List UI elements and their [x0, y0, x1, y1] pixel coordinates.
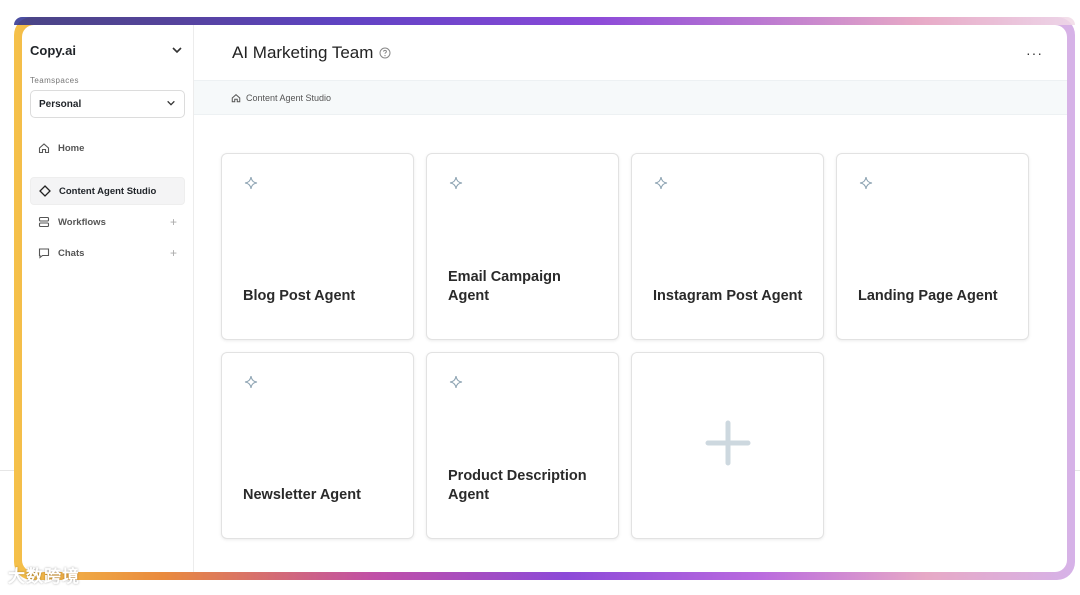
agent-studio-icon	[39, 185, 51, 197]
home-icon	[38, 142, 50, 154]
agent-card-email-campaign[interactable]: Email Campaign Agent	[426, 153, 619, 340]
teamspace-selected-value: Personal	[39, 98, 82, 110]
sidebar-item-label: Content Agent Studio	[59, 185, 157, 197]
sidebar-item-home[interactable]: Home	[30, 134, 185, 162]
agent-card-newsletter[interactable]: Newsletter Agent	[221, 352, 414, 539]
agent-card-label: Email Campaign Agent	[448, 269, 561, 304]
page-header: AI Marketing Team ···	[194, 25, 1067, 80]
title-wrap: AI Marketing Team	[232, 43, 391, 63]
home-icon[interactable]	[231, 93, 241, 103]
chevron-down-icon	[166, 98, 176, 111]
agent-card-label: Instagram Post Agent	[653, 288, 803, 304]
workflows-icon	[38, 216, 50, 228]
add-chat-plus-icon[interactable]: +	[170, 246, 177, 260]
agent-card-instagram-post[interactable]: Instagram Post Agent	[631, 153, 824, 340]
breadcrumb: Content Agent Studio	[194, 80, 1067, 115]
sidebar-item-content-agent-studio[interactable]: Content Agent Studio	[30, 177, 185, 205]
agent-card-label: Newsletter Agent	[243, 487, 361, 503]
sparkle-icon	[244, 176, 258, 190]
watermark-logo: 大数跨境	[8, 567, 80, 586]
agent-card-label: Blog Post Agent	[243, 288, 356, 304]
sidebar-item-workflows[interactable]: Workflows +	[30, 208, 185, 236]
chevron-down-icon[interactable]	[169, 42, 185, 58]
help-circle-icon[interactable]	[379, 47, 391, 59]
agent-grid: Blog Post Agent Email Campaign Agent Ins…	[194, 115, 1067, 539]
gradient-frame: Copy.ai Teamspaces Personal Home Content…	[14, 17, 1075, 580]
sparkle-icon	[654, 176, 668, 190]
sparkle-icon	[449, 375, 463, 389]
sidebar-item-chats[interactable]: Chats +	[30, 239, 185, 267]
sidebar-item-label: Workflows	[58, 216, 106, 228]
agent-card-label: Landing Page Agent	[858, 288, 998, 304]
agent-card-product-description[interactable]: Product Description Agent	[426, 352, 619, 539]
add-workflow-plus-icon[interactable]: +	[170, 215, 177, 229]
workspace-switcher[interactable]: Copy.ai	[30, 35, 185, 65]
more-options-icon[interactable]: ···	[1026, 45, 1043, 61]
sparkle-icon	[244, 375, 258, 389]
sparkle-icon	[859, 176, 873, 190]
brand-name: Copy.ai	[30, 42, 76, 58]
breadcrumb-current[interactable]: Content Agent Studio	[246, 93, 331, 103]
sidebar-item-label: Chats	[58, 247, 85, 259]
teamspaces-label: Teamspaces	[30, 76, 79, 85]
main-content: AI Marketing Team ··· Content Agent Stud…	[194, 25, 1067, 572]
app-window: Copy.ai Teamspaces Personal Home Content…	[22, 25, 1067, 572]
teamspace-select[interactable]: Personal	[30, 90, 185, 118]
agent-card-landing-page[interactable]: Landing Page Agent	[836, 153, 1029, 340]
chat-icon	[38, 247, 50, 259]
sparkle-icon	[449, 176, 463, 190]
sidebar-item-label: Home	[58, 142, 85, 154]
plus-icon	[705, 420, 751, 471]
sidebar: Copy.ai Teamspaces Personal Home Content…	[22, 25, 194, 572]
agent-card-blog-post[interactable]: Blog Post Agent	[221, 153, 414, 340]
sidebar-nav: Home Content Agent Studio Workflows + Ch…	[30, 134, 185, 267]
add-agent-card[interactable]	[631, 352, 824, 539]
agent-card-label: Product Description Agent	[448, 468, 587, 503]
page-title: AI Marketing Team	[232, 42, 374, 62]
